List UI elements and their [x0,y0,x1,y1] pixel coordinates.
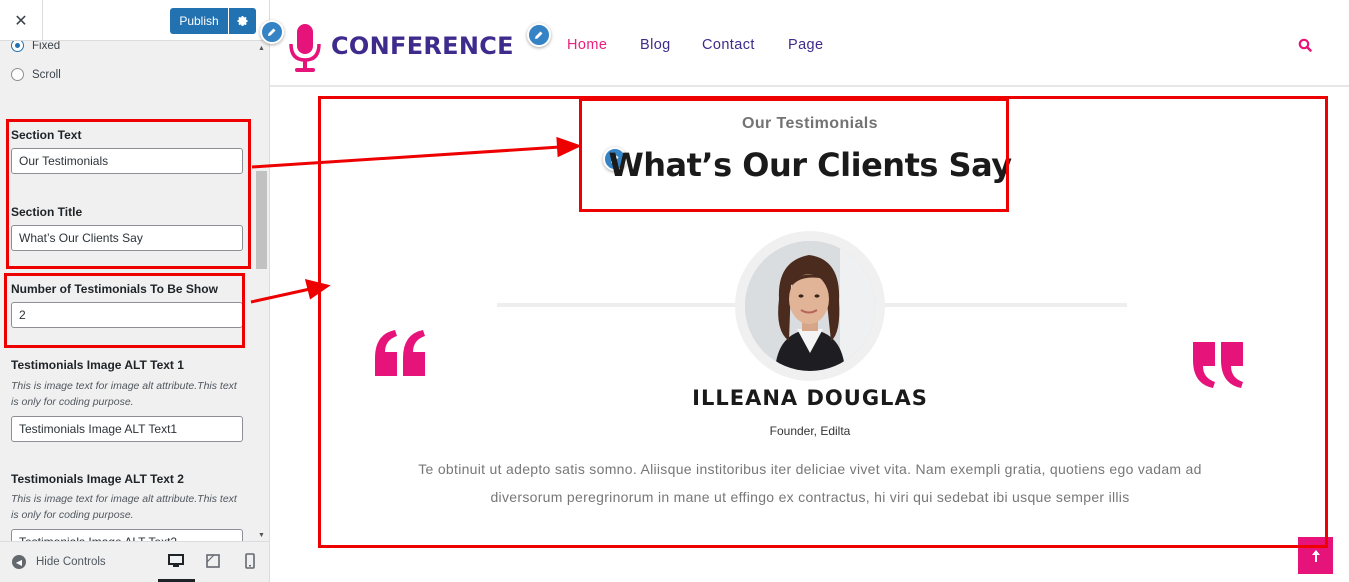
testimonial-person-name: ILLEANA DOUGLAS [692,386,928,410]
customizer-controls[interactable]: Fixed Scroll Section Text Section Title … [0,41,255,541]
scroll-up-icon[interactable]: ▲ [258,45,265,52]
alt-text-1-label: Testimonials Image ALT Text 1 [11,358,184,372]
customizer-footer: ◀ Hide Controls [0,541,269,582]
testimonials-subtitle: Our Testimonials [742,115,878,132]
tablet-icon[interactable] [204,552,224,572]
radio-fixed[interactable]: Fixed [11,41,60,52]
gear-icon[interactable] [229,8,256,34]
num-testimonials-label: Number of Testimonials To Be Show [11,282,218,296]
alt-text-2-input[interactable] [11,529,243,541]
radio-scroll[interactable]: Scroll [11,68,61,81]
customizer-sidebar: ✕ Publish Fixed Scroll Section Text Sect… [0,0,270,582]
collapse-icon: ◀ [12,555,26,569]
nav-page[interactable]: Page [788,37,823,53]
radio-label: Fixed [32,41,61,52]
testimonials-title: What’s Our Clients Say [608,146,1012,184]
edit-shortcut-icon[interactable] [260,20,284,44]
num-testimonials-input[interactable] [11,302,243,328]
sidebar-scrollbar[interactable]: ▲ ▼ [255,41,269,541]
alt-text-1-input[interactable] [11,416,243,442]
nav-home[interactable]: Home [567,37,607,53]
mobile-icon[interactable] [241,552,261,572]
close-icon[interactable]: ✕ [0,0,43,41]
desktop-icon[interactable] [167,552,187,572]
alt-text-2-label: Testimonials Image ALT Text 2 [11,472,184,486]
section-title-label: Section Title [11,205,83,219]
customizer-header: ✕ Publish [0,0,269,41]
search-icon[interactable] [1298,38,1312,57]
testimonial-person-role: Founder, Edilta [769,424,851,438]
microphone-logo-icon[interactable] [288,22,322,79]
scroll-to-top-button[interactable] [1298,537,1333,574]
alt-text-1-description: This is image text for image alt attribu… [11,380,237,408]
hide-controls-label: Hide Controls [36,556,106,568]
hide-controls-button[interactable]: ◀ Hide Controls [12,555,106,569]
alt-text-2-description: This is image text for image alt attribu… [11,493,237,521]
radio-button-checked[interactable] [11,41,24,52]
scrollbar-thumb[interactable] [256,171,267,269]
site-preview: CONFERENCE Home Blog Contact Page Our Te… [260,0,1349,582]
scroll-down-icon[interactable]: ▼ [258,532,265,539]
avatar [745,241,875,371]
nav-blog[interactable]: Blog [640,37,671,53]
radio-button[interactable] [11,68,24,81]
open-quote-icon [371,268,429,376]
radio-label: Scroll [32,68,61,81]
testimonial-text: Te obtinuit ut adepto satis somno. Aliis… [418,461,1202,505]
site-header: CONFERENCE Home Blog Contact Page [260,0,1349,87]
section-text-label: Section Text [11,128,82,142]
close-quote-icon [1189,280,1247,388]
site-logo-text[interactable]: CONFERENCE [331,32,514,60]
edit-shortcut-icon[interactable] [527,23,551,47]
section-title-input[interactable] [11,225,243,251]
nav-contact[interactable]: Contact [702,37,755,53]
section-text-input[interactable] [11,148,243,174]
publish-button[interactable]: Publish [170,8,228,34]
